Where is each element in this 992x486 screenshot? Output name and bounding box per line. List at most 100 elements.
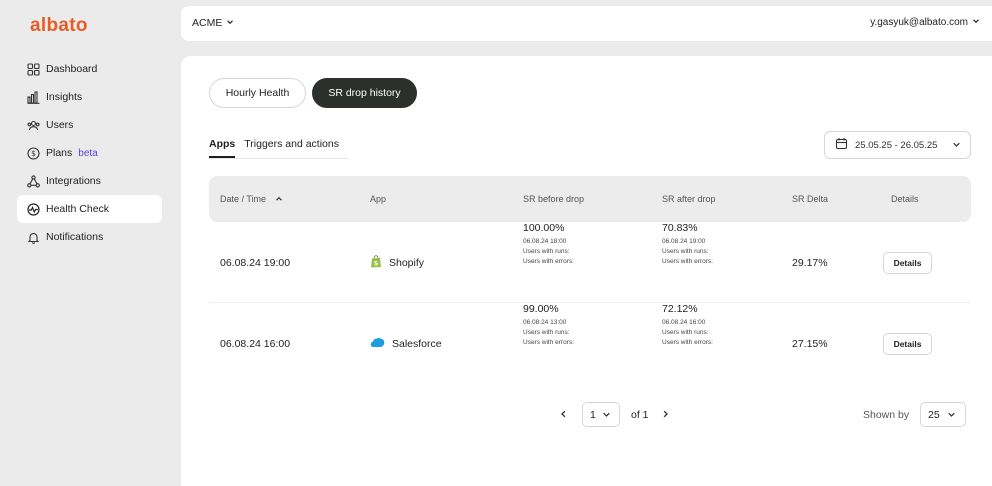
header-sr-after: SR after drop [662, 194, 716, 204]
sidebar-item-health-check[interactable]: Health Check [17, 195, 162, 223]
header-date[interactable]: Date / Time [220, 194, 283, 204]
sr-after-time: 06.08.24 16:00 [662, 319, 706, 326]
sr-before-time: 06.08.24 13:00 [523, 319, 567, 326]
chevron-right-icon[interactable] [661, 409, 670, 422]
chevron-left-icon[interactable] [559, 409, 568, 422]
row-date: 06.08.24 19:00 [220, 256, 291, 269]
sidebar-item-integrations[interactable]: Integrations [17, 167, 162, 195]
sidebar-item-plans[interactable]: $ Plans beta [17, 139, 162, 167]
row-sr-before: 99.00% 06.08.24 13:00 Users with runs: U… [523, 303, 574, 384]
tab-hourly-health[interactable]: Hourly Health [209, 78, 306, 108]
subtabs: Apps Triggers and actions [209, 138, 348, 159]
sidebar-item-label: Notifications [46, 231, 104, 243]
sr-before-errors: Users with errors: [523, 339, 574, 346]
header-sr-before: SR before drop [523, 194, 585, 204]
page-size-select[interactable]: 25 [920, 402, 966, 427]
page-select[interactable]: 1 [582, 402, 620, 427]
sr-after-runs: Users with runs: [662, 329, 709, 336]
chevron-down-icon [972, 17, 980, 28]
page-size-value: 25 [928, 408, 940, 421]
sr-after-value: 72.12% [662, 303, 698, 315]
sidebar-item-notifications[interactable]: Notifications [17, 223, 162, 251]
sr-before-errors: Users with errors: [523, 258, 574, 265]
sr-drop-table: Date / Time App SR before drop SR after … [209, 176, 971, 384]
details-button[interactable]: Details [883, 332, 932, 355]
row-details: Details [883, 303, 932, 384]
subtab-triggers-actions[interactable]: Triggers and actions [244, 138, 339, 158]
table-row: 06.08.24 19:00 S Shopify 100.00% 06.08.2… [209, 222, 971, 303]
sidebar-item-label: Dashboard [46, 63, 98, 75]
account-email: y.gasyuk@albato.com [870, 17, 968, 28]
header-sr-delta: SR Delta [792, 194, 829, 204]
shopify-icon: S [370, 254, 382, 271]
row-app: Salesforce [370, 303, 442, 384]
sr-before-value: 100.00% [523, 222, 565, 234]
beta-badge: beta [78, 147, 98, 159]
table-header: Date / Time App SR before drop SR after … [209, 176, 971, 222]
row-details: Details [883, 222, 932, 303]
sr-after-runs: Users with runs: [662, 248, 709, 255]
date-range-picker[interactable]: 25.05.25 - 26.05.25 [824, 131, 971, 159]
header-date-label: Date / Time [220, 194, 267, 204]
header-app: App [370, 194, 387, 204]
sr-before-runs: Users with runs: [523, 248, 570, 255]
sidebar: albato Dashboard Insights Users $ Plans … [0, 0, 181, 486]
salesforce-icon [370, 337, 385, 351]
workspace-selector[interactable]: ACME [192, 17, 234, 29]
albato-logo[interactable]: albato [30, 15, 88, 37]
svg-text:S: S [374, 260, 378, 267]
integrations-icon [27, 174, 40, 188]
sr-after-errors: Users with errors: [662, 258, 713, 265]
sr-before-value: 99.00% [523, 303, 559, 315]
dollar-icon: $ [27, 146, 40, 160]
sr-after-value: 70.83% [662, 222, 698, 234]
chevron-down-icon [947, 410, 956, 419]
subtab-apps[interactable]: Apps [209, 138, 236, 158]
shown-by-label: Shown by [863, 409, 910, 421]
sidebar-item-insights[interactable]: Insights [17, 83, 162, 111]
chevron-down-icon [602, 410, 611, 419]
chevron-down-icon [226, 17, 234, 29]
main-content: Hourly Health SR drop history Apps Trigg… [181, 56, 992, 486]
sr-after-time: 06.08.24 19:00 [662, 238, 706, 245]
pulse-icon [27, 202, 40, 216]
details-button[interactable]: Details [883, 251, 932, 274]
table-row: 06.08.24 16:00 Salesforce 99.00% 06.08.2… [209, 303, 971, 384]
row-app: S Shopify [370, 222, 424, 303]
bar-chart-icon [27, 90, 40, 104]
row-sr-after: 72.12% 06.08.24 16:00 Users with runs: U… [662, 303, 713, 384]
row-sr-before: 100.00% 06.08.24 18:00 Users with runs: … [523, 222, 574, 303]
tab-sr-drop-history[interactable]: SR drop history [312, 78, 417, 108]
svg-text:$: $ [31, 149, 36, 158]
sidebar-item-label: Integrations [46, 175, 101, 187]
header-details: Details [891, 194, 919, 204]
account-menu[interactable]: y.gasyuk@albato.com [870, 17, 980, 28]
sidebar-item-dashboard[interactable]: Dashboard [17, 55, 162, 83]
sr-before-time: 06.08.24 18:00 [523, 238, 567, 245]
pagination: 1 of 1 Shown by 25 [181, 402, 992, 428]
sidebar-item-label: Users [46, 119, 74, 131]
users-icon [27, 119, 40, 132]
row-sr-delta: 27.15% [792, 337, 828, 350]
row-sr-delta: 29.17% [792, 256, 828, 269]
grid-icon [27, 62, 40, 76]
app-name: Shopify [389, 256, 425, 269]
sidebar-item-users[interactable]: Users [17, 111, 162, 139]
sidebar-item-label: Insights [46, 91, 83, 103]
calendar-icon [835, 137, 848, 153]
row-date: 06.08.24 16:00 [220, 337, 291, 350]
row-sr-after: 70.83% 06.08.24 19:00 Users with runs: U… [662, 222, 713, 303]
sr-before-runs: Users with runs: [523, 329, 570, 336]
page-number: 1 [590, 408, 596, 421]
bell-icon [27, 231, 40, 244]
top-bar: ACME y.gasyuk@albato.com [181, 6, 992, 41]
app-name: Salesforce [392, 337, 442, 350]
sidebar-item-label: Plans [46, 147, 73, 159]
chevron-down-icon [952, 140, 961, 152]
sidebar-item-label: Health Check [46, 203, 110, 215]
sr-after-errors: Users with errors: [662, 339, 713, 346]
sort-asc-icon [275, 195, 283, 203]
date-range-value: 25.05.25 - 26.05.25 [855, 139, 938, 151]
sidebar-nav: Dashboard Insights Users $ Plans beta In… [17, 55, 162, 251]
workspace-name: ACME [192, 17, 223, 29]
